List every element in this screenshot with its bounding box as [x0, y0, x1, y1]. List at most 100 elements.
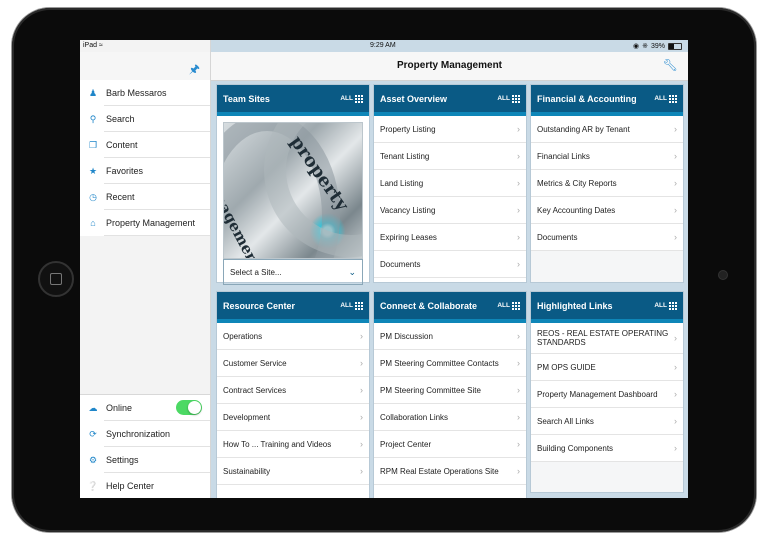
all-button[interactable]: ALL	[654, 301, 677, 310]
list-item[interactable]: Contract Services ›	[217, 377, 369, 404]
panel-header[interactable]: Asset Overview ALL	[374, 85, 526, 116]
connect-list: PM Discussion › PM Steering Committee Cont…	[374, 323, 526, 485]
user-icon: ♟	[88, 87, 98, 98]
all-button[interactable]: ALL	[497, 301, 520, 310]
sidebar-item-recent[interactable]: ◷ Recent	[80, 184, 210, 210]
list-item[interactable]: REOS - REAL ESTATE OPERATING STANDARDS ›	[531, 323, 683, 354]
panel-title: Asset Overview	[380, 93, 448, 104]
all-button[interactable]: ALL	[340, 301, 363, 310]
list-item-label: Development	[223, 412, 271, 422]
list-item[interactable]: How To ... Training and Videos ›	[217, 431, 369, 458]
sidebar-item-property-management[interactable]: ⌂ Property Management	[80, 210, 210, 236]
list-item[interactable]: Customer Service ›	[217, 350, 369, 377]
list-item-label: PM Steering Committee Site	[380, 385, 481, 395]
list-item-label: Vacancy Listing	[380, 205, 436, 215]
panel-header[interactable]: Resource Center ALL	[217, 292, 369, 323]
list-item-label: Property Management Dashboard	[537, 389, 658, 399]
list-item-label: How To ... Training and Videos	[223, 439, 332, 449]
list-item[interactable]: Development ›	[217, 404, 369, 431]
site-select-placeholder: Select a Site...	[230, 267, 282, 277]
sidebar-item-help-center[interactable]: ❔ Help Center	[80, 473, 210, 498]
sidebar-header: 🖈︎	[80, 52, 210, 81]
chevron-right-icon: ›	[674, 151, 677, 161]
list-item[interactable]: Key Accounting Dates ›	[531, 197, 683, 224]
chevron-right-icon: ›	[674, 178, 677, 188]
page-title: Property Management	[396, 60, 503, 71]
list-item[interactable]: PM Steering Committee Contacts ›	[374, 350, 526, 377]
list-item-label: Contract Services	[223, 385, 287, 395]
list-item-label: Building Components	[537, 443, 614, 453]
chevron-right-icon: ›	[517, 178, 520, 188]
list-item[interactable]: Tenant Listing ›	[374, 143, 526, 170]
chevron-right-icon: ›	[360, 412, 363, 422]
panel-header[interactable]: Financial & Accounting ALL	[531, 85, 683, 116]
chevron-right-icon: ›	[674, 443, 677, 453]
chevron-right-icon: ›	[517, 358, 520, 368]
sidebar-item-label: Content	[106, 140, 138, 150]
list-item-label: Collaboration Links	[380, 412, 449, 422]
all-button[interactable]: ALL	[340, 94, 363, 103]
all-label: ALL	[497, 302, 510, 309]
list-item[interactable]: PM OPS GUIDE ›	[531, 354, 683, 381]
sidebar-item-label: Online	[106, 403, 133, 413]
list-item[interactable]: RPM Real Estate Operations Site ›	[374, 458, 526, 485]
sidebar-item-user[interactable]: ♟ Barb Messaros	[80, 80, 210, 106]
panel-header[interactable]: Connect & Collaborate ALL	[374, 292, 526, 323]
pin-icon[interactable]: 🖈︎	[189, 60, 200, 81]
all-button[interactable]: ALL	[654, 94, 677, 103]
list-item[interactable]: Outstanding AR by Tenant ›	[531, 116, 683, 143]
list-item[interactable]: Metrics & City Reports ›	[531, 170, 683, 197]
list-item[interactable]: Financial Links ›	[531, 143, 683, 170]
list-item[interactable]: Building Components ›	[531, 435, 683, 462]
cloud-icon: ☁	[88, 402, 98, 413]
sidebar-item-favorites[interactable]: ★ Favorites	[80, 158, 210, 184]
panel-title: Resource Center	[223, 300, 296, 311]
panel-connect-collaborate: Connect & Collaborate ALL PM Discussion ›…	[374, 292, 526, 498]
chevron-right-icon: ›	[360, 358, 363, 368]
list-item[interactable]: Operations ›	[217, 323, 369, 350]
all-label: ALL	[654, 95, 667, 102]
panel-header[interactable]: Highlighted Links ALL	[531, 292, 683, 323]
search-icon: ⚲	[89, 113, 97, 124]
device-name: iPad	[83, 42, 98, 49]
wrench-icon[interactable]: 🔧︎	[663, 58, 678, 72]
site-select[interactable]: Select a Site... ⌄	[223, 259, 363, 285]
list-item[interactable]: Search All Links ›	[531, 408, 683, 435]
sidebar-item-settings[interactable]: ⚙ Settings	[80, 447, 210, 473]
list-item[interactable]: PM Steering Committee Site ›	[374, 377, 526, 404]
chevron-right-icon: ›	[517, 385, 520, 395]
all-button[interactable]: ALL	[497, 94, 520, 103]
list-item[interactable]: Project Center ›	[374, 431, 526, 458]
panel-title: Team Sites	[223, 93, 270, 104]
list-item[interactable]: Land Listing ›	[374, 170, 526, 197]
panel-title: Highlighted Links	[537, 300, 613, 311]
home-button[interactable]	[38, 261, 74, 297]
list-item-label: Search All Links	[537, 416, 594, 426]
chevron-right-icon: ›	[517, 466, 520, 476]
list-item-label: Project Center	[380, 439, 432, 449]
resource-center-list: Operations › Customer Service › Contract Ser…	[217, 323, 369, 485]
list-item[interactable]: Property Listing ›	[374, 116, 526, 143]
sidebar-item-search[interactable]: ⚲ Search	[80, 106, 210, 132]
list-item[interactable]: PM Discussion ›	[374, 323, 526, 350]
list-item-label: Sustainability	[223, 466, 271, 476]
list-item[interactable]: Expiring Leases ›	[374, 224, 526, 251]
online-toggle[interactable]	[176, 400, 202, 415]
sidebar-bottom: ☁ Online ⟳ Synchronization ⚙ Settings ❔ Help…	[80, 394, 210, 498]
camera	[718, 270, 728, 280]
chevron-right-icon: ›	[517, 205, 520, 215]
list-item[interactable]: Sustainability ›	[217, 458, 369, 485]
list-item-label: Outstanding AR by Tenant	[537, 124, 630, 134]
sidebar-item-synchronization[interactable]: ⟳ Synchronization	[80, 421, 210, 447]
list-item[interactable]: Property Management Dashboard ›	[531, 381, 683, 408]
chevron-right-icon: ›	[517, 259, 520, 269]
all-label: ALL	[654, 302, 667, 309]
list-item[interactable]: Documents ›	[531, 224, 683, 251]
list-item[interactable]: Documents ›	[374, 251, 526, 278]
sidebar-item-content[interactable]: ❐ Content	[80, 132, 210, 158]
chevron-down-icon: ⌄	[348, 266, 356, 277]
list-item[interactable]: Vacancy Listing ›	[374, 197, 526, 224]
panel-header[interactable]: Team Sites ALL	[217, 85, 369, 116]
sidebar-item-online: ☁ Online	[80, 395, 210, 421]
list-item[interactable]: Collaboration Links ›	[374, 404, 526, 431]
